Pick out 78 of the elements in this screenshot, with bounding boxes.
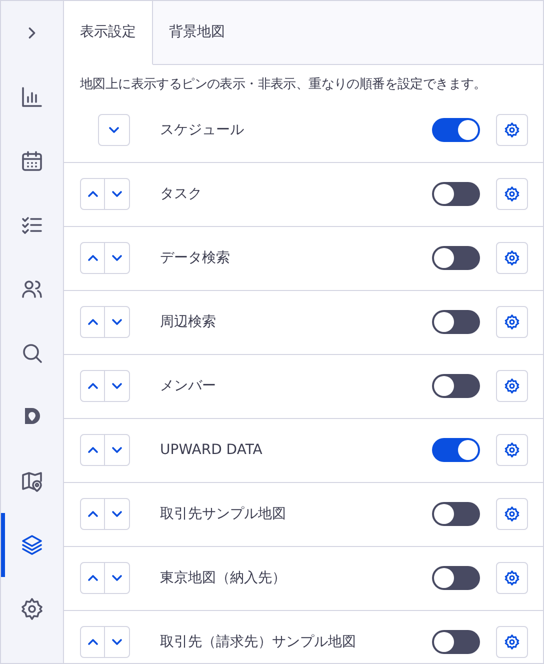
move-down-button[interactable] bbox=[98, 114, 130, 146]
move-down-button[interactable] bbox=[104, 370, 130, 402]
chevron-down-icon bbox=[111, 318, 124, 326]
bar-chart-icon bbox=[20, 85, 44, 109]
settings-icon bbox=[504, 378, 520, 394]
layer-name: データ検索 bbox=[160, 248, 231, 268]
move-down-button[interactable] bbox=[104, 498, 130, 530]
visibility-toggle[interactable] bbox=[432, 310, 480, 334]
move-down-button[interactable] bbox=[104, 178, 130, 210]
calendar-icon bbox=[20, 149, 44, 173]
tab[interactable]: 表示設定 bbox=[64, 1, 153, 65]
move-down-button[interactable] bbox=[104, 306, 130, 338]
chevron-down-icon bbox=[108, 126, 120, 134]
layer-settings-button[interactable] bbox=[496, 242, 528, 274]
chevron-down-icon bbox=[111, 254, 124, 262]
chevron-up-icon bbox=[86, 382, 99, 390]
layer-settings-button[interactable] bbox=[496, 562, 528, 594]
layer-settings-button[interactable] bbox=[496, 114, 528, 146]
map-pin-icon bbox=[20, 469, 44, 493]
visibility-toggle[interactable] bbox=[432, 182, 480, 206]
description-text: 地図上に表示するピンの表示・非表示、重なりの順番を設定できます。 bbox=[79, 76, 488, 94]
chevron-up-icon bbox=[86, 254, 99, 262]
move-up-button[interactable] bbox=[80, 562, 106, 594]
layer-name: UPWARD DATA bbox=[160, 440, 264, 460]
move-up-button[interactable] bbox=[80, 242, 106, 274]
settings-icon bbox=[504, 506, 520, 522]
chevron-up-icon bbox=[86, 446, 99, 454]
layer-settings-button[interactable] bbox=[496, 306, 528, 338]
layer-name: タスク bbox=[160, 184, 203, 204]
settings-icon bbox=[504, 570, 520, 586]
move-down-button[interactable] bbox=[104, 434, 130, 466]
chevron-down-icon bbox=[111, 574, 124, 582]
layer-name: 東京地図（納入先） bbox=[160, 568, 287, 588]
settings-icon bbox=[20, 597, 44, 621]
move-up-button[interactable] bbox=[80, 178, 106, 210]
visibility-toggle[interactable] bbox=[432, 246, 480, 270]
layer-settings-button[interactable] bbox=[496, 178, 528, 210]
chevron-up-icon bbox=[86, 638, 99, 646]
layer-name: メンバー bbox=[160, 376, 217, 396]
chevron-down-icon bbox=[111, 382, 124, 390]
visibility-toggle[interactable] bbox=[432, 118, 480, 142]
move-down-button[interactable] bbox=[104, 242, 130, 274]
move-up-button[interactable] bbox=[80, 498, 106, 530]
layer-name: スケジュール bbox=[160, 120, 245, 140]
layer-name: 取引先（請求先）サンプル地図 bbox=[160, 632, 357, 652]
chevron-down-icon bbox=[111, 190, 124, 198]
chevron-down-icon bbox=[111, 446, 124, 454]
settings-icon bbox=[504, 634, 520, 650]
settings-icon bbox=[504, 250, 520, 266]
visibility-toggle[interactable] bbox=[432, 502, 480, 526]
layer-settings-button[interactable] bbox=[496, 626, 528, 658]
chevron-up-icon bbox=[86, 318, 99, 326]
move-down-button[interactable] bbox=[104, 562, 130, 594]
move-up-button[interactable] bbox=[80, 306, 106, 338]
settings-icon bbox=[504, 442, 520, 458]
chevron-down-icon bbox=[111, 510, 124, 518]
settings-icon bbox=[504, 122, 520, 138]
layer-settings-button[interactable] bbox=[496, 498, 528, 530]
visibility-toggle[interactable] bbox=[432, 374, 480, 398]
layer-name: 周辺検索 bbox=[160, 312, 217, 332]
chevron-up-icon bbox=[86, 190, 99, 198]
visibility-toggle[interactable] bbox=[432, 438, 480, 462]
search-icon bbox=[20, 341, 44, 365]
chevron-up-icon bbox=[86, 510, 99, 518]
layer-settings-button[interactable] bbox=[496, 434, 528, 466]
move-up-button[interactable] bbox=[80, 434, 106, 466]
move-down-button[interactable] bbox=[104, 626, 130, 658]
settings-icon bbox=[504, 186, 520, 202]
move-up-button[interactable] bbox=[80, 370, 106, 402]
visibility-toggle[interactable] bbox=[432, 630, 480, 654]
chevron-up-icon bbox=[86, 574, 99, 582]
layer-name: 取引先サンプル地図 bbox=[160, 504, 287, 524]
layers-icon bbox=[20, 533, 44, 557]
move-up-button[interactable] bbox=[80, 626, 106, 658]
layer-settings-button[interactable] bbox=[496, 370, 528, 402]
chevron-down-icon bbox=[111, 638, 124, 646]
visibility-toggle[interactable] bbox=[432, 566, 480, 590]
settings-icon bbox=[504, 314, 520, 330]
